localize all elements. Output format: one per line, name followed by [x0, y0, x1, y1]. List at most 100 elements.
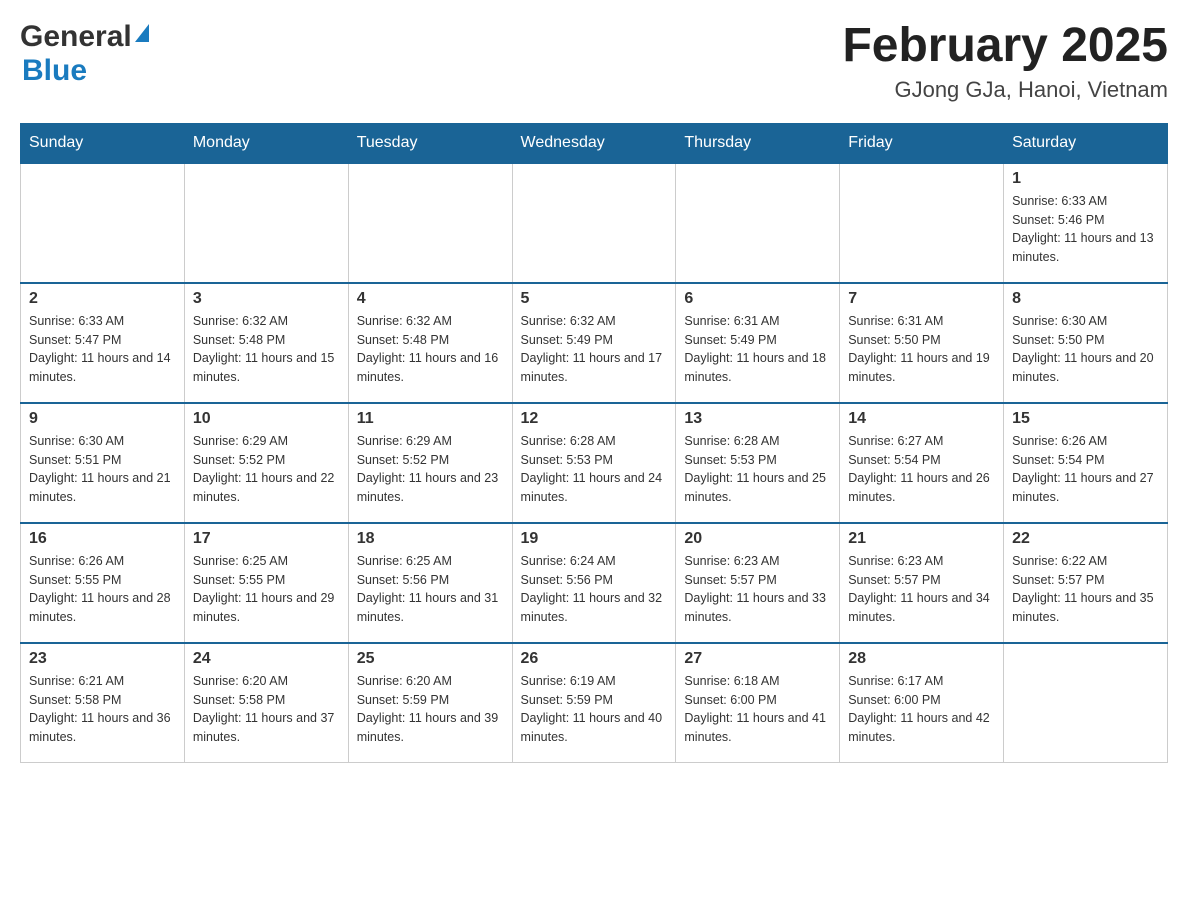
day-info: Sunrise: 6:30 AMSunset: 5:51 PMDaylight:…: [29, 432, 176, 507]
day-number: 21: [848, 530, 995, 548]
calendar-cell: 8 Sunrise: 6:30 AMSunset: 5:50 PMDaylight…: [1004, 283, 1168, 403]
day-info: Sunrise: 6:28 AMSunset: 5:53 PMDaylight:…: [684, 432, 831, 507]
day-info: Sunrise: 6:26 AMSunset: 5:55 PMDaylight:…: [29, 552, 176, 627]
day-number: 8: [1012, 290, 1159, 308]
calendar-cell: 7 Sunrise: 6:31 AMSunset: 5:50 PMDaylight…: [840, 283, 1004, 403]
page-header: General Blue February 2025 GJong GJa, Ha…: [20, 20, 1168, 103]
day-number: 14: [848, 410, 995, 428]
day-info: Sunrise: 6:18 AMSunset: 6:00 PMDaylight:…: [684, 672, 831, 747]
day-number: 26: [521, 650, 668, 668]
day-info: Sunrise: 6:22 AMSunset: 5:57 PMDaylight:…: [1012, 552, 1159, 627]
day-number: 24: [193, 650, 340, 668]
day-info: Sunrise: 6:32 AMSunset: 5:48 PMDaylight:…: [193, 312, 340, 387]
day-info: Sunrise: 6:23 AMSunset: 5:57 PMDaylight:…: [848, 552, 995, 627]
day-info: Sunrise: 6:29 AMSunset: 5:52 PMDaylight:…: [193, 432, 340, 507]
day-info: Sunrise: 6:21 AMSunset: 5:58 PMDaylight:…: [29, 672, 176, 747]
weekday-header-friday: Friday: [840, 123, 1004, 163]
day-number: 15: [1012, 410, 1159, 428]
day-info: Sunrise: 6:30 AMSunset: 5:50 PMDaylight:…: [1012, 312, 1159, 387]
day-number: 7: [848, 290, 995, 308]
day-info: Sunrise: 6:33 AMSunset: 5:47 PMDaylight:…: [29, 312, 176, 387]
calendar-cell: 6Sunrise: 6:31 AMSunset: 5:49 PMDaylight…: [676, 283, 840, 403]
week-row-3: 9 Sunrise: 6:30 AMSunset: 5:51 PMDaylight…: [21, 403, 1168, 523]
location: GJong GJa, Hanoi, Vietnam: [842, 77, 1168, 103]
calendar-cell: 27 Sunrise: 6:18 AMSunset: 6:00 PMDayligh…: [676, 643, 840, 763]
logo-arrow-icon: [135, 24, 149, 42]
day-info: Sunrise: 6:32 AMSunset: 5:49 PMDaylight:…: [521, 312, 668, 387]
calendar-cell: [348, 163, 512, 283]
day-number: 17: [193, 530, 340, 548]
week-row-5: 23 Sunrise: 6:21 AMSunset: 5:58 PMDayligh…: [21, 643, 1168, 763]
day-number: 27: [684, 650, 831, 668]
day-number: 10: [193, 410, 340, 428]
calendar-cell: [184, 163, 348, 283]
weekday-header-monday: Monday: [184, 123, 348, 163]
day-info: Sunrise: 6:19 AMSunset: 5:59 PMDaylight:…: [521, 672, 668, 747]
calendar-cell: 25 Sunrise: 6:20 AMSunset: 5:59 PMDayligh…: [348, 643, 512, 763]
calendar-cell: 17 Sunrise: 6:25 AMSunset: 5:55 PMDayligh…: [184, 523, 348, 643]
calendar-cell: 16 Sunrise: 6:26 AMSunset: 5:55 PMDayligh…: [21, 523, 185, 643]
weekday-header-wednesday: Wednesday: [512, 123, 676, 163]
day-info: Sunrise: 6:32 AMSunset: 5:48 PMDaylight:…: [357, 312, 504, 387]
day-info: Sunrise: 6:31 AMSunset: 5:49 PMDaylight:…: [684, 312, 831, 387]
calendar-cell: 21 Sunrise: 6:23 AMSunset: 5:57 PMDayligh…: [840, 523, 1004, 643]
day-info: Sunrise: 6:25 AMSunset: 5:55 PMDaylight:…: [193, 552, 340, 627]
day-info: Sunrise: 6:20 AMSunset: 5:58 PMDaylight:…: [193, 672, 340, 747]
calendar-cell: 14 Sunrise: 6:27 AMSunset: 5:54 PMDayligh…: [840, 403, 1004, 523]
calendar-cell: 22 Sunrise: 6:22 AMSunset: 5:57 PMDayligh…: [1004, 523, 1168, 643]
week-row-4: 16 Sunrise: 6:26 AMSunset: 5:55 PMDayligh…: [21, 523, 1168, 643]
weekday-header-tuesday: Tuesday: [348, 123, 512, 163]
day-number: 19: [521, 530, 668, 548]
day-number: 12: [521, 410, 668, 428]
day-info: Sunrise: 6:31 AMSunset: 5:50 PMDaylight:…: [848, 312, 995, 387]
day-number: 11: [357, 410, 504, 428]
day-info: Sunrise: 6:24 AMSunset: 5:56 PMDaylight:…: [521, 552, 668, 627]
day-number: 5: [521, 290, 668, 308]
calendar-cell: 23 Sunrise: 6:21 AMSunset: 5:58 PMDayligh…: [21, 643, 185, 763]
calendar-cell: 2Sunrise: 6:33 AMSunset: 5:47 PMDaylight…: [21, 283, 185, 403]
weekday-header-thursday: Thursday: [676, 123, 840, 163]
day-number: 23: [29, 650, 176, 668]
week-row-1: 1 Sunrise: 6:33 AMSunset: 5:46 PMDaylight…: [21, 163, 1168, 283]
calendar-cell: 11Sunrise: 6:29 AMSunset: 5:52 PMDayligh…: [348, 403, 512, 523]
calendar-cell: 15 Sunrise: 6:26 AMSunset: 5:54 PMDayligh…: [1004, 403, 1168, 523]
day-number: 3: [193, 290, 340, 308]
day-number: 1: [1012, 170, 1159, 188]
calendar-cell: 10 Sunrise: 6:29 AMSunset: 5:52 PMDayligh…: [184, 403, 348, 523]
day-number: 16: [29, 530, 176, 548]
calendar-table: SundayMondayTuesdayWednesdayThursdayFrid…: [20, 123, 1168, 764]
day-number: 25: [357, 650, 504, 668]
calendar-cell: 1 Sunrise: 6:33 AMSunset: 5:46 PMDaylight…: [1004, 163, 1168, 283]
calendar-cell: 18 Sunrise: 6:25 AMSunset: 5:56 PMDayligh…: [348, 523, 512, 643]
calendar-cell: 26 Sunrise: 6:19 AMSunset: 5:59 PMDayligh…: [512, 643, 676, 763]
month-title: February 2025: [842, 20, 1168, 73]
calendar-cell: [676, 163, 840, 283]
day-number: 28: [848, 650, 995, 668]
calendar-cell: [21, 163, 185, 283]
calendar-cell: 5 Sunrise: 6:32 AMSunset: 5:49 PMDaylight…: [512, 283, 676, 403]
day-info: Sunrise: 6:26 AMSunset: 5:54 PMDaylight:…: [1012, 432, 1159, 507]
weekday-header-row: SundayMondayTuesdayWednesdayThursdayFrid…: [21, 123, 1168, 163]
day-number: 18: [357, 530, 504, 548]
logo-general: General: [20, 20, 132, 54]
day-info: Sunrise: 6:28 AMSunset: 5:53 PMDaylight:…: [521, 432, 668, 507]
week-row-2: 2Sunrise: 6:33 AMSunset: 5:47 PMDaylight…: [21, 283, 1168, 403]
day-number: 22: [1012, 530, 1159, 548]
calendar-cell: 19 Sunrise: 6:24 AMSunset: 5:56 PMDayligh…: [512, 523, 676, 643]
day-number: 20: [684, 530, 831, 548]
calendar-cell: 13 Sunrise: 6:28 AMSunset: 5:53 PMDayligh…: [676, 403, 840, 523]
day-info: Sunrise: 6:25 AMSunset: 5:56 PMDaylight:…: [357, 552, 504, 627]
calendar-cell: 9 Sunrise: 6:30 AMSunset: 5:51 PMDaylight…: [21, 403, 185, 523]
day-info: Sunrise: 6:20 AMSunset: 5:59 PMDaylight:…: [357, 672, 504, 747]
day-info: Sunrise: 6:23 AMSunset: 5:57 PMDaylight:…: [684, 552, 831, 627]
title-section: February 2025 GJong GJa, Hanoi, Vietnam: [842, 20, 1168, 103]
day-number: 9: [29, 410, 176, 428]
day-number: 13: [684, 410, 831, 428]
calendar-cell: [1004, 643, 1168, 763]
day-info: Sunrise: 6:17 AMSunset: 6:00 PMDaylight:…: [848, 672, 995, 747]
calendar-cell: 24 Sunrise: 6:20 AMSunset: 5:58 PMDayligh…: [184, 643, 348, 763]
calendar-cell: 12 Sunrise: 6:28 AMSunset: 5:53 PMDayligh…: [512, 403, 676, 523]
day-info: Sunrise: 6:33 AMSunset: 5:46 PMDaylight:…: [1012, 192, 1159, 267]
day-info: Sunrise: 6:27 AMSunset: 5:54 PMDaylight:…: [848, 432, 995, 507]
logo: General Blue: [20, 20, 149, 88]
